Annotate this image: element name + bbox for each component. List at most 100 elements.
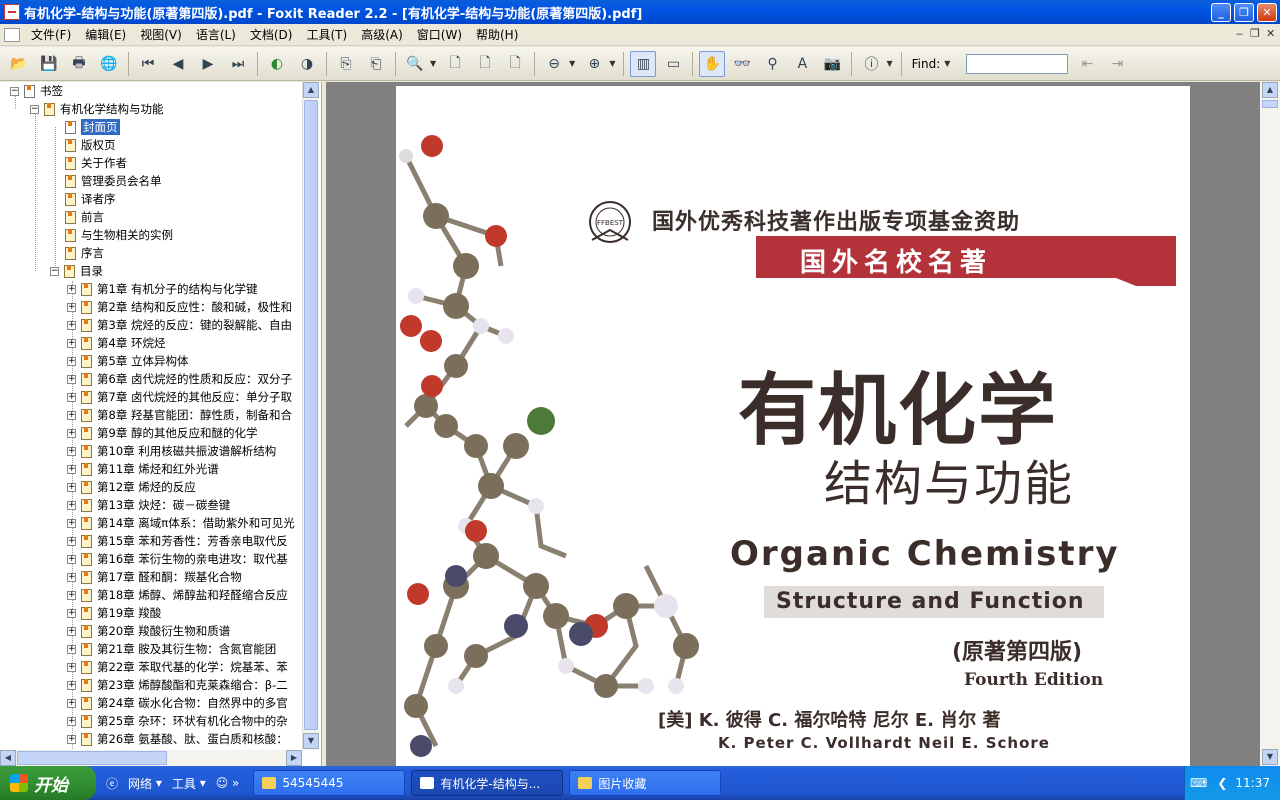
menu-language[interactable]: 语言(L) — [189, 26, 243, 43]
chapter-item[interactable]: + 第17章 醛和酮：羰基化合物 — [67, 568, 242, 586]
restore-button[interactable]: ❐ — [1234, 3, 1254, 22]
expand-icon[interactable]: + — [67, 284, 76, 294]
quicklaunch-network[interactable]: 网络 ▾ — [128, 775, 162, 792]
scroll-down-icon[interactable]: ▼ — [303, 733, 319, 749]
bookmark-item[interactable]: 与生物相关的实例 — [65, 226, 173, 244]
expand-icon[interactable]: + — [67, 662, 76, 672]
print-icon[interactable]: 🖶 — [66, 51, 92, 77]
expand-icon[interactable]: + — [67, 302, 76, 312]
chapter-item[interactable]: + 第2章 结构和反应性：酸和碱，极性和 — [67, 298, 292, 316]
bookmark-item[interactable]: 封面页 — [65, 118, 120, 136]
quicklaunch-tools[interactable]: 工具 ▾ — [172, 775, 206, 792]
expand-icon[interactable]: + — [67, 446, 76, 456]
zoom-in-icon[interactable]: ⊕ — [581, 51, 607, 77]
expand-icon[interactable]: + — [67, 500, 76, 510]
fit-width-icon[interactable]: 🗋 — [502, 51, 528, 77]
expand-icon[interactable]: + — [67, 356, 76, 366]
taskbar-folder-window[interactable]: 54545445 — [253, 770, 406, 796]
info-dropdown-icon[interactable]: ▼ — [886, 59, 892, 68]
select-text-icon[interactable]: 👓 — [729, 51, 755, 77]
find-previous-icon[interactable]: ⇤ — [1074, 51, 1100, 77]
first-page-icon[interactable]: ⏮ — [135, 51, 161, 77]
expand-icon[interactable]: + — [67, 590, 76, 600]
chapter-item[interactable]: + 第14章 离域π体系：借助紫外和可见光 — [67, 514, 295, 532]
chapter-item[interactable]: + 第12章 烯烃的反应 — [67, 478, 196, 496]
bookmarks-horizontal-scrollbar[interactable]: ◀ ▶ — [0, 750, 302, 766]
chapter-item[interactable]: + 第5章 立体异构体 — [67, 352, 188, 370]
chapter-item[interactable]: + 第10章 利用核磁共振波谱解析结构 — [67, 442, 276, 460]
close-button[interactable]: ✕ — [1257, 3, 1277, 22]
chapter-item[interactable]: + 第23章 烯醇酸酯和克莱森缩合：β-二 — [67, 676, 288, 694]
layout-icon[interactable]: ▭ — [660, 51, 686, 77]
actual-size-icon[interactable]: 🗋 — [442, 51, 468, 77]
start-button[interactable]: 开始 — [0, 766, 96, 800]
chapter-item[interactable]: + 第16章 苯衍生物的亲电进攻：取代基 — [67, 550, 288, 568]
chapter-item[interactable]: + 第3章 烷烃的反应：键的裂解能、自由 — [67, 316, 292, 334]
expand-icon[interactable]: + — [67, 320, 76, 330]
bookmark-root[interactable]: − 书签 — [10, 82, 63, 100]
expand-icon[interactable]: + — [67, 626, 76, 636]
expand-icon[interactable]: + — [67, 734, 76, 744]
expand-icon[interactable]: + — [67, 374, 76, 384]
menu-edit[interactable]: 编辑(E) — [78, 26, 133, 43]
open-folder-icon[interactable]: 📂 — [6, 51, 32, 77]
chapter-item[interactable]: + 第7章 卤代烷烃的其他反应：单分子取 — [67, 388, 292, 406]
expand-icon[interactable]: + — [67, 392, 76, 402]
expand-icon[interactable]: + — [67, 716, 76, 726]
expand-icon[interactable]: + — [67, 482, 76, 492]
find-input[interactable] — [966, 53, 1069, 74]
last-page-icon[interactable]: ⏭ — [225, 51, 251, 77]
scroll-thumb[interactable] — [1262, 100, 1278, 108]
chapter-item[interactable]: + 第9章 醇的其他反应和醚的化学 — [67, 424, 257, 442]
menu-file[interactable]: 文件(F) — [24, 26, 78, 43]
zoom-in-dropdown-icon[interactable]: ▼ — [609, 59, 615, 68]
chapter-item[interactable]: + 第25章 杂环：环状有机化合物中的杂 — [67, 712, 288, 730]
chapter-item[interactable]: + 第11章 烯烃和红外光谱 — [67, 460, 219, 478]
bookmark-item[interactable]: 译者序 — [65, 190, 116, 208]
menu-window[interactable]: 窗口(W) — [410, 26, 469, 43]
expand-icon[interactable]: + — [67, 536, 76, 546]
scroll-left-icon[interactable]: ◀ — [0, 750, 16, 766]
scroll-down-icon[interactable]: ▼ — [1262, 749, 1278, 765]
chapter-item[interactable]: + 第13章 炔烃：碳－碳叁键 — [67, 496, 230, 514]
next-page-icon[interactable]: ▶ — [195, 51, 221, 77]
document-viewer[interactable]: FFBEST 国外优秀科技著作出版专项基金资助 国外名校名著 有机化学 结构与功… — [326, 82, 1260, 766]
bookmarks-vertical-scrollbar[interactable]: ▲ ▼ — [302, 82, 319, 750]
fit-page-icon[interactable]: 🗋 — [472, 51, 498, 77]
rotate-right-icon[interactable]: ⎗ — [363, 51, 389, 77]
chapter-item[interactable]: + 第21章 胺及其衍生物：含氮官能团 — [67, 640, 276, 658]
keyboard-icon[interactable]: ⌨ — [1190, 776, 1207, 790]
taskbar-foxit-window[interactable]: 有机化学-结构与... — [411, 770, 564, 796]
menu-tools[interactable]: 工具(T) — [299, 26, 354, 43]
menu-document[interactable]: 文档(D) — [243, 26, 300, 43]
chapter-item[interactable]: + 第19章 羧酸 — [67, 604, 161, 622]
quicklaunch-person-icon[interactable]: ☺ » — [216, 776, 240, 790]
back-icon[interactable]: ◐ — [264, 51, 290, 77]
chapter-item[interactable]: + 第20章 羧酸衍生物和质谱 — [67, 622, 230, 640]
bookmark-item[interactable]: 管理委员会名单 — [65, 172, 162, 190]
bookmark-item[interactable]: 前言 — [65, 208, 104, 226]
scroll-thumb[interactable] — [304, 100, 318, 730]
find-options-dropdown-icon[interactable]: ▼ — [944, 59, 950, 68]
zoom-dropdown-arrow-icon[interactable]: ▼ — [430, 59, 436, 68]
expand-icon[interactable]: + — [67, 572, 76, 582]
menu-help[interactable]: 帮助(H) — [469, 26, 525, 43]
chapter-item[interactable]: + 第26章 氨基酸、肽、蛋白质和核酸： — [67, 730, 288, 748]
zoom-out-dropdown-icon[interactable]: ▼ — [569, 59, 575, 68]
bookmarks-panel-icon[interactable]: ▥ — [630, 50, 657, 77]
chapter-item[interactable]: + 第24章 碳水化合物：自然界中的多官 — [67, 694, 288, 712]
chapter-item[interactable]: + 第8章 羟基官能团：醇性质，制备和合 — [67, 406, 292, 424]
expand-icon[interactable]: + — [67, 338, 76, 348]
collapse-icon[interactable]: − — [10, 86, 19, 96]
find-binoculars-icon[interactable]: ⚲ — [759, 51, 785, 77]
find-next-icon[interactable]: ⇥ — [1104, 51, 1130, 77]
save-icon[interactable]: 💾 — [36, 51, 62, 77]
mdi-minimize-icon[interactable]: ‒ — [1236, 27, 1243, 40]
expand-icon[interactable]: + — [67, 554, 76, 564]
chapter-item[interactable]: + 第15章 苯和芳香性：芳香亲电取代反 — [67, 532, 288, 550]
scroll-up-icon[interactable]: ▲ — [1262, 82, 1278, 98]
expand-icon[interactable]: + — [67, 518, 76, 528]
ie-icon[interactable]: ⓔ — [106, 775, 118, 792]
expand-icon[interactable]: + — [67, 680, 76, 690]
minimize-button[interactable]: _ — [1211, 3, 1231, 22]
